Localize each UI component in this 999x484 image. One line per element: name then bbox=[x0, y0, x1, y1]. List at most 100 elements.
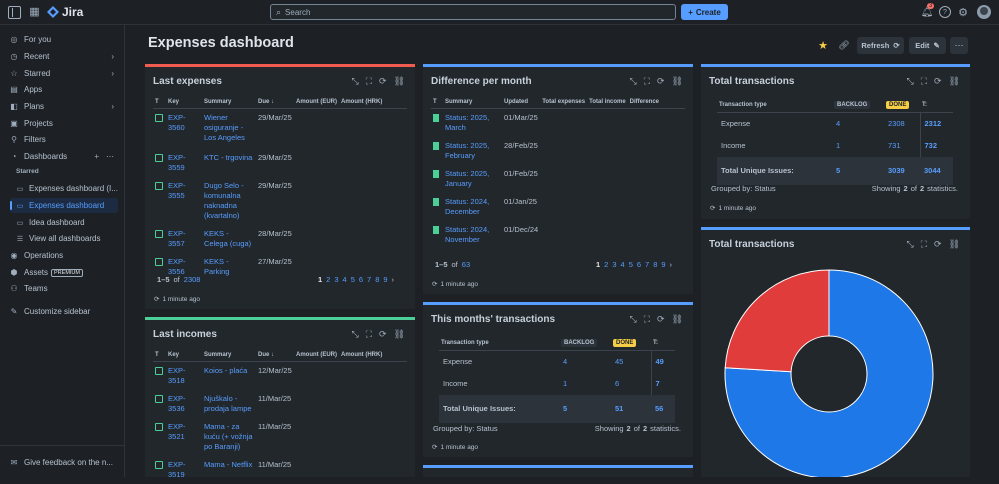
column-header[interactable]: Updated bbox=[502, 96, 541, 109]
view-all-dashboards-link[interactable]: ☰ View all dashboards bbox=[10, 231, 118, 246]
customize-sidebar-button[interactable]: ✎ Customize sidebar bbox=[4, 304, 118, 319]
maximize-icon[interactable]: ⛶ bbox=[921, 76, 927, 87]
column-header-due[interactable]: Due ↓ bbox=[256, 96, 294, 109]
count-link[interactable]: 3039 bbox=[884, 157, 920, 185]
column-header[interactable]: Summary bbox=[443, 96, 502, 109]
refresh-icon[interactable]: ⟳ bbox=[934, 239, 942, 250]
maximize-icon[interactable]: ⛶ bbox=[366, 329, 372, 340]
page-link[interactable]: 5 bbox=[629, 260, 633, 269]
summary-link[interactable]: Status: 2025, February bbox=[443, 137, 502, 165]
next-page-icon[interactable]: › bbox=[670, 260, 673, 269]
column-header[interactable]: Summary bbox=[202, 96, 256, 109]
app-switcher-icon[interactable]: ▦ bbox=[28, 5, 41, 18]
add-dashboard-icon[interactable]: + bbox=[94, 152, 99, 161]
page-link[interactable]: 4 bbox=[343, 275, 347, 284]
column-header[interactable]: Total income bbox=[587, 96, 628, 109]
refresh-icon[interactable]: ⟳ bbox=[934, 76, 942, 87]
column-header[interactable]: Difference bbox=[627, 96, 685, 109]
count-link[interactable]: 45 bbox=[611, 351, 651, 374]
issue-key-link[interactable]: EXP-3556 bbox=[168, 257, 186, 276]
avatar[interactable] bbox=[977, 5, 991, 19]
copy-link-icon[interactable]: 🔗︎ bbox=[838, 39, 850, 51]
summary-link[interactable]: Status: 2025, January bbox=[443, 165, 502, 193]
sidebar-item-recent[interactable]: ◷ Recent › bbox=[4, 49, 118, 64]
issue-key-link[interactable]: EXP-3536 bbox=[168, 394, 186, 413]
sidebar-item-dashboards[interactable]: ◔ Dashboards + ⋯ bbox=[4, 149, 118, 164]
total-link[interactable]: 2308 bbox=[184, 275, 201, 284]
more-icon[interactable]: ⋯ bbox=[106, 152, 114, 161]
sidebar-item-filters[interactable]: ⚲ Filters bbox=[4, 132, 118, 147]
settings-gear-icon[interactable]: ⚙ bbox=[957, 6, 969, 19]
page-link[interactable]: 6 bbox=[637, 260, 641, 269]
issue-key-link[interactable]: EXP-3559 bbox=[168, 153, 186, 172]
jira-logo[interactable]: Jira bbox=[47, 5, 83, 19]
maximize-icon[interactable]: ⛶ bbox=[644, 76, 650, 87]
page-link[interactable]: 2 bbox=[604, 260, 608, 269]
refresh-icon[interactable]: ⟳ bbox=[379, 329, 387, 340]
sidebar-item-apps[interactable]: ▤ Apps bbox=[4, 82, 118, 97]
page-link[interactable]: 3 bbox=[334, 275, 338, 284]
count-link[interactable]: 2312 bbox=[919, 112, 953, 135]
refresh-icon[interactable]: ⟳ bbox=[379, 76, 387, 87]
summary-link[interactable]: Mama - za kuću (+ vožnja po Baranji) bbox=[202, 418, 256, 456]
sidebar-item-plans[interactable]: ◧ Plans › bbox=[4, 99, 118, 114]
page-link[interactable]: 9 bbox=[661, 260, 665, 269]
issue-key-link[interactable]: EXP-3519 bbox=[168, 460, 186, 479]
count-link[interactable]: 1 bbox=[832, 135, 884, 157]
column-header[interactable]: Amount (HRK) bbox=[339, 349, 407, 362]
page-link[interactable]: 9 bbox=[383, 275, 387, 284]
column-header[interactable]: Summary bbox=[202, 349, 256, 362]
page-link[interactable]: 4 bbox=[621, 260, 625, 269]
sidebar-item-for-you[interactable]: ◎ For you bbox=[4, 32, 118, 47]
column-header[interactable]: Amount (EUR) bbox=[294, 349, 339, 362]
maximize-icon[interactable]: ⛶ bbox=[366, 76, 372, 87]
count-link[interactable]: 51 bbox=[611, 395, 651, 423]
issue-key-link[interactable]: EXP-3555 bbox=[168, 181, 186, 200]
link-icon[interactable]: ⛓ bbox=[394, 76, 405, 87]
column-header[interactable]: Amount (EUR) bbox=[294, 96, 339, 109]
link-icon[interactable]: ⛓ bbox=[394, 329, 405, 340]
minimize-icon[interactable]: ⤡ bbox=[630, 76, 637, 87]
count-link[interactable]: 5 bbox=[559, 395, 611, 423]
link-icon[interactable]: ⛓ bbox=[949, 239, 960, 250]
link-icon[interactable]: ⛓ bbox=[949, 76, 960, 87]
refresh-icon[interactable]: ⟳ bbox=[657, 76, 665, 87]
sidebar-toggle-icon[interactable] bbox=[8, 6, 21, 19]
next-page-icon[interactable]: › bbox=[392, 275, 395, 284]
minimize-icon[interactable]: ⤡ bbox=[352, 76, 359, 87]
count-link[interactable]: 731 bbox=[884, 135, 920, 157]
count-link[interactable]: 3044 bbox=[920, 157, 953, 185]
sidebar-item-starred[interactable]: ☆ Starred › bbox=[4, 66, 118, 81]
summary-link[interactable]: Koios - plaća bbox=[202, 362, 256, 391]
sidebar-dashboard-item-active[interactable]: ▭ Expenses dashboard bbox=[10, 198, 118, 213]
page-link[interactable]: 8 bbox=[653, 260, 657, 269]
link-icon[interactable]: ⛓ bbox=[672, 76, 683, 87]
summary-link[interactable]: KEKS - Celega (cuga) bbox=[202, 225, 256, 253]
count-link[interactable]: 4 bbox=[559, 351, 611, 374]
count-link[interactable]: 2308 bbox=[884, 113, 920, 136]
page-link[interactable]: 6 bbox=[359, 275, 363, 284]
minimize-icon[interactable]: ⤡ bbox=[352, 329, 359, 340]
count-link[interactable]: 1 bbox=[559, 373, 611, 395]
refresh-icon[interactable]: ⟳ bbox=[657, 314, 665, 325]
summary-link[interactable]: KEKS - Parking bbox=[202, 253, 256, 281]
maximize-icon[interactable]: ⛶ bbox=[921, 239, 927, 250]
sidebar-item-operations[interactable]: ◉ Operations bbox=[4, 248, 118, 263]
count-link[interactable]: 7 bbox=[650, 373, 675, 395]
sidebar-dashboard-item[interactable]: ▭ Expenses dashboard (I... bbox=[10, 181, 118, 196]
count-link[interactable]: 6 bbox=[611, 373, 651, 395]
link-icon[interactable]: ⛓ bbox=[672, 314, 683, 325]
sidebar-dashboard-item[interactable]: ▭ Idea dashboard bbox=[10, 215, 118, 230]
page-link[interactable]: 7 bbox=[367, 275, 371, 284]
minimize-icon[interactable]: ⤡ bbox=[630, 314, 637, 325]
summary-link[interactable]: Njuškalo - prodaja lampe bbox=[202, 390, 256, 418]
more-actions-button[interactable]: ⋯ bbox=[950, 37, 968, 54]
count-link[interactable]: 56 bbox=[651, 395, 675, 423]
summary-link[interactable]: Status: 2024, November bbox=[443, 221, 502, 249]
refresh-button[interactable]: Refresh ⟳ bbox=[857, 37, 904, 54]
sidebar-item-projects[interactable]: ▣ Projects bbox=[4, 116, 118, 131]
sidebar-item-assets[interactable]: ⬢ Assets PREMIUM bbox=[4, 265, 118, 280]
page-link[interactable]: 5 bbox=[351, 275, 355, 284]
count-link[interactable]: 732 bbox=[919, 135, 953, 157]
column-header[interactable]: Key bbox=[166, 349, 202, 362]
